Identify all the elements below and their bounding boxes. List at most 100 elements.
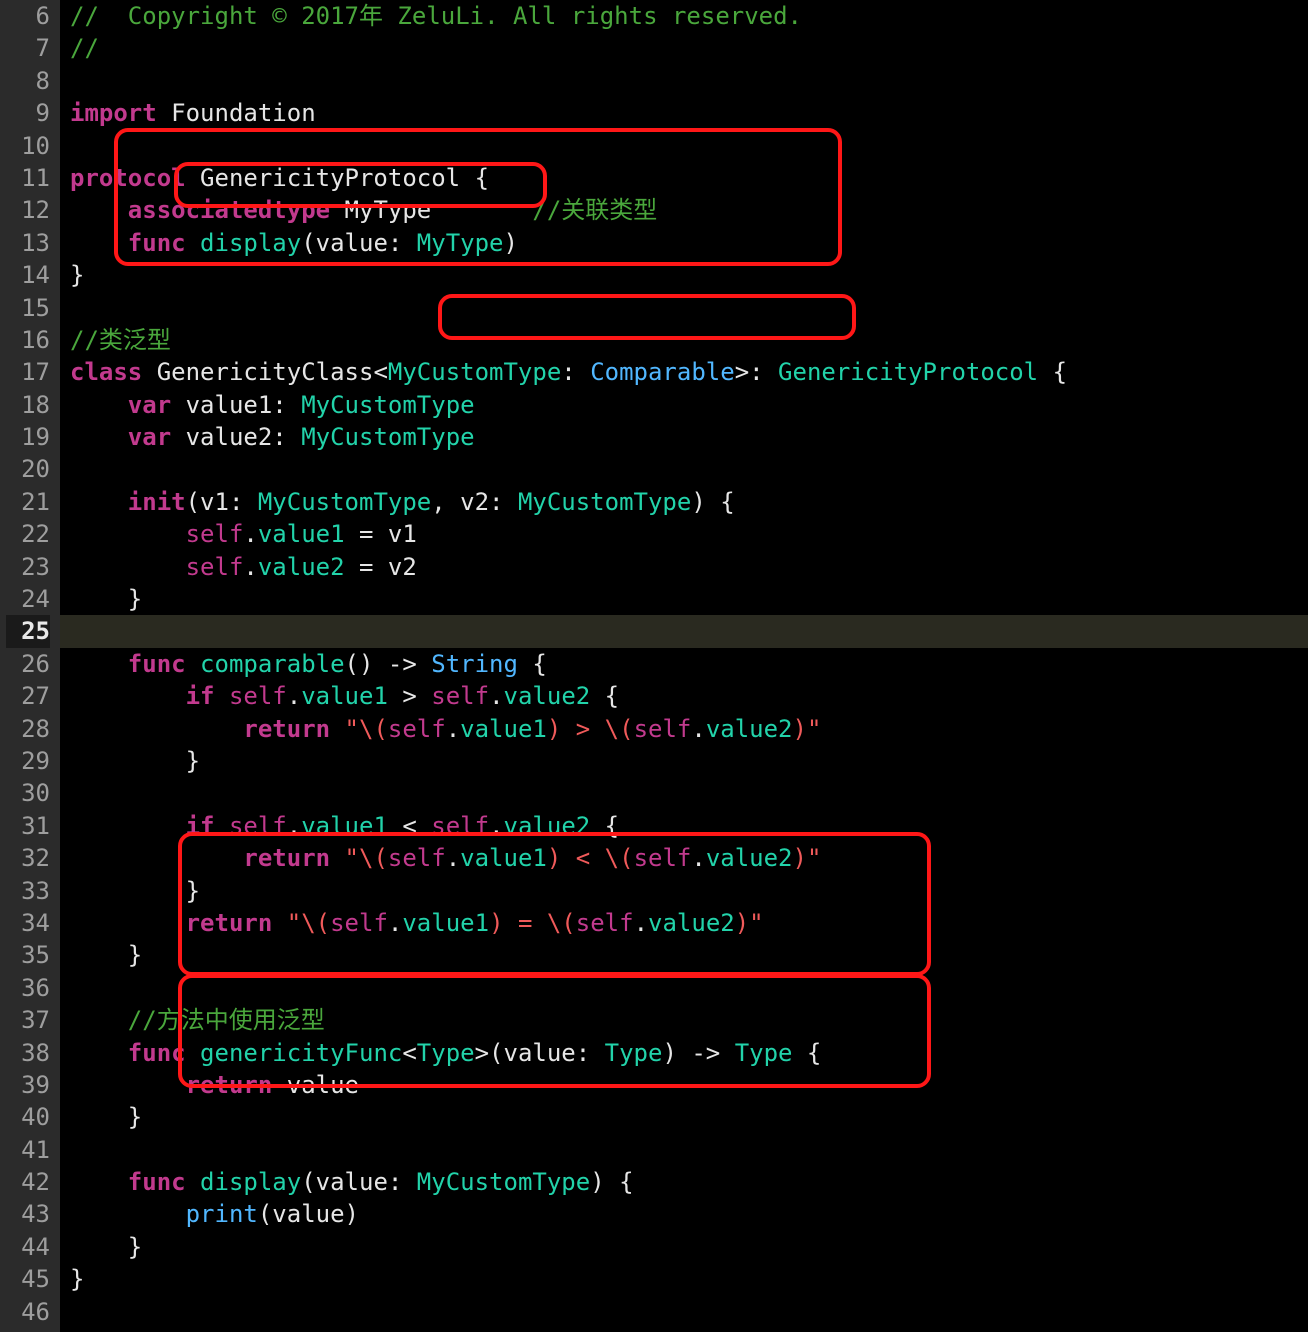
code-token: : (561, 358, 590, 386)
code-line[interactable]: } (60, 1263, 1308, 1295)
code-token: , v2: (431, 488, 518, 516)
line-number: 9 (6, 97, 50, 129)
line-number: 42 (6, 1166, 50, 1198)
code-line[interactable]: if self.value1 > self.value2 { (60, 680, 1308, 712)
line-number: 25 (6, 615, 50, 647)
code-token: GenericityProtocol { (186, 164, 489, 192)
code-line[interactable]: import Foundation (60, 97, 1308, 129)
line-number: 6 (6, 0, 50, 32)
code-token (70, 391, 128, 419)
code-token: } (70, 585, 142, 613)
code-token: = v2 (345, 553, 417, 581)
code-token: } (70, 941, 142, 969)
code-token (70, 909, 186, 937)
code-line[interactable] (60, 972, 1308, 1004)
code-line[interactable] (60, 777, 1308, 809)
line-number: 12 (6, 194, 50, 226)
code-token: return (186, 1071, 273, 1099)
code-line[interactable] (60, 1296, 1308, 1328)
code-line[interactable]: associatedtype MyType //关联类型 (60, 194, 1308, 226)
line-number: 45 (6, 1263, 50, 1295)
code-line[interactable]: } (60, 1101, 1308, 1133)
code-line[interactable]: return "\(self.value1) = \(self.value2)" (60, 907, 1308, 939)
code-token: (value: (301, 229, 417, 257)
code-editor[interactable]: 6789101112131415161718192021222324252627… (0, 0, 1308, 1332)
code-line[interactable]: // Copyright © 2017年 ZeluLi. All rights … (60, 0, 1308, 32)
code-token: value1 (301, 812, 388, 840)
code-line[interactable] (60, 453, 1308, 485)
code-token: value2 (706, 715, 793, 743)
code-line[interactable] (60, 130, 1308, 162)
code-token (70, 1071, 186, 1099)
code-line[interactable]: func genericityFunc<Type>(value: Type) -… (60, 1037, 1308, 1069)
code-line[interactable] (60, 65, 1308, 97)
code-token: // (70, 34, 99, 62)
line-number: 28 (6, 713, 50, 745)
code-token: (value) (258, 1200, 359, 1228)
line-number: 29 (6, 745, 50, 777)
code-token: } (70, 261, 84, 289)
code-line[interactable]: var value2: MyCustomType (60, 421, 1308, 453)
code-line[interactable]: } (60, 259, 1308, 291)
code-line[interactable]: self.value2 = v2 (60, 551, 1308, 583)
code-line[interactable]: self.value1 = v1 (60, 518, 1308, 550)
code-line[interactable]: protocol GenericityProtocol { (60, 162, 1308, 194)
line-number: 41 (6, 1134, 50, 1166)
code-token: (v1: (186, 488, 258, 516)
code-line[interactable]: //方法中使用泛型 (60, 1004, 1308, 1036)
code-line[interactable] (60, 292, 1308, 324)
code-line[interactable]: return "\(self.value1) > \(self.value2)" (60, 713, 1308, 745)
line-number: 20 (6, 453, 50, 485)
code-line[interactable]: var value1: MyCustomType (60, 389, 1308, 421)
code-line[interactable]: //类泛型 (60, 324, 1308, 356)
line-number: 13 (6, 227, 50, 259)
code-line[interactable]: func comparable() -> String { (60, 648, 1308, 680)
code-line[interactable]: return value (60, 1069, 1308, 1101)
code-line[interactable]: } (60, 1231, 1308, 1263)
code-line[interactable]: func display(value: MyType) (60, 227, 1308, 259)
code-token: ) { (691, 488, 734, 516)
code-line[interactable] (60, 615, 1308, 647)
code-token: value2 (504, 682, 591, 710)
code-token: MyCustomType (417, 1168, 590, 1196)
code-line[interactable]: init(v1: MyCustomType, v2: MyCustomType)… (60, 486, 1308, 518)
code-token (70, 779, 186, 807)
code-token: value (272, 1071, 359, 1099)
code-line[interactable]: func display(value: MyCustomType) { (60, 1166, 1308, 1198)
code-line[interactable]: } (60, 583, 1308, 615)
line-number: 43 (6, 1198, 50, 1230)
line-number: 21 (6, 486, 50, 518)
code-token (70, 553, 186, 581)
code-token: func (128, 650, 186, 678)
code-line[interactable]: } (60, 875, 1308, 907)
line-number: 23 (6, 551, 50, 583)
code-token (70, 715, 243, 743)
code-line[interactable]: class GenericityClass<MyCustomType: Comp… (60, 356, 1308, 388)
code-token: MyType (417, 229, 504, 257)
code-token: ) = \( (489, 909, 576, 937)
line-number: 37 (6, 1004, 50, 1036)
code-line[interactable]: } (60, 745, 1308, 777)
code-line[interactable]: if self.value1 < self.value2 { (60, 810, 1308, 842)
code-token: func (128, 1168, 186, 1196)
code-token: self (186, 553, 244, 581)
code-token: MyCustomType (388, 358, 561, 386)
code-line[interactable] (60, 1134, 1308, 1166)
code-token (70, 1039, 128, 1067)
code-line[interactable]: print(value) (60, 1198, 1308, 1230)
code-token (70, 1006, 128, 1034)
code-line[interactable]: } (60, 939, 1308, 971)
code-area[interactable]: // Copyright © 2017年 ZeluLi. All rights … (60, 0, 1308, 1332)
code-token (70, 974, 128, 1002)
code-token (70, 196, 128, 224)
code-token: { (590, 812, 619, 840)
code-token: var (128, 391, 171, 419)
code-token: return (243, 715, 330, 743)
code-token: MyCustomType (301, 391, 474, 419)
code-token: self (229, 682, 287, 710)
code-token: } (70, 1233, 142, 1261)
code-line[interactable]: // (60, 32, 1308, 64)
code-token: GenericityProtocol (778, 358, 1038, 386)
line-number: 11 (6, 162, 50, 194)
code-line[interactable]: return "\(self.value1) < \(self.value2)" (60, 842, 1308, 874)
